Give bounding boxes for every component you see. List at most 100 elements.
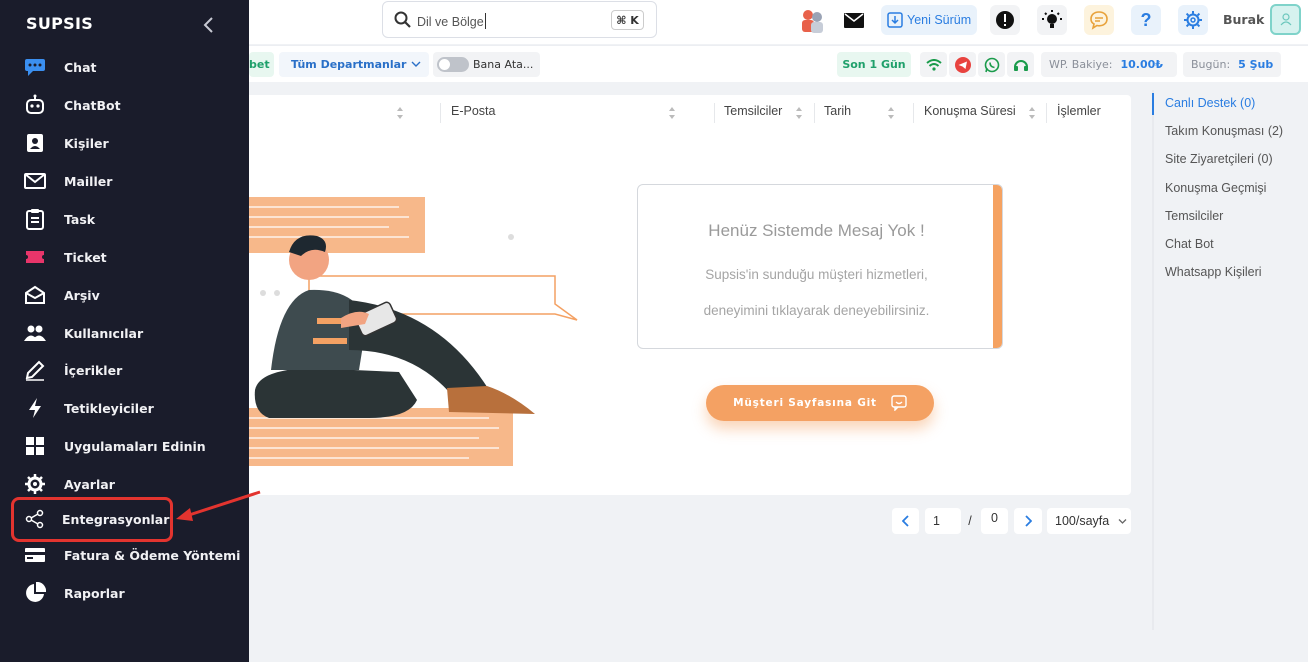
- column-header-agents[interactable]: Temsilciler: [724, 104, 782, 118]
- sidebar-item-kullanicilar[interactable]: Kullanıcılar: [24, 320, 244, 346]
- telegram-button[interactable]: [949, 52, 976, 77]
- sidebar-item-task[interactable]: Task: [24, 206, 244, 232]
- sidebar-item-chatbot[interactable]: ChatBot: [24, 92, 244, 118]
- sidebar-item-tetikleyiciler[interactable]: Tetikleyiciler: [24, 395, 244, 421]
- pie-chart-icon: [24, 582, 46, 604]
- total-pages: 0: [981, 508, 1008, 534]
- telegram-icon: [954, 56, 971, 73]
- wifi-icon: [925, 58, 942, 71]
- sidebar-item-raporlar[interactable]: Raporlar: [24, 580, 244, 606]
- annotation-arrow-icon: [176, 490, 261, 521]
- sidebar-item-uygulamalari-edinin[interactable]: Uygulamaları Edinin: [24, 433, 244, 459]
- column-header-duration[interactable]: Konuşma Süresi: [924, 104, 1016, 118]
- nav-temsilciler[interactable]: Temsilciler: [1165, 209, 1223, 223]
- chat-button[interactable]: [1084, 5, 1114, 35]
- whatsapp-button[interactable]: [978, 52, 1005, 77]
- sort-icon[interactable]: [668, 106, 676, 120]
- sidebar-label: Fatura & Ödeme Yöntemi: [64, 547, 241, 563]
- nav-takim-konusmasi[interactable]: Takım Konuşması (2): [1165, 124, 1283, 138]
- filter-pill-partial[interactable]: bet: [249, 52, 274, 77]
- wifi-status-button[interactable]: [920, 52, 947, 77]
- sidebar-item-arsiv[interactable]: Arşiv: [24, 282, 244, 308]
- sort-icon[interactable]: [1028, 106, 1036, 120]
- headset-icon: [1013, 59, 1028, 71]
- empty-state-line-2: deneyimini tıklayarak deneyebilirsiniz.: [703, 303, 930, 318]
- search-box[interactable]: Dil ve Bölge ⌘ K: [382, 1, 657, 38]
- today-date: Bugün: 5 Şub: [1183, 52, 1281, 77]
- sort-icon[interactable]: [887, 106, 895, 120]
- avatar[interactable]: [1270, 4, 1301, 35]
- agents-icon: [802, 10, 823, 33]
- top-bar: Dil ve Bölge ⌘ K Yeni Sürüm ? Burak: [249, 0, 1308, 44]
- chevron-down-icon: [1118, 519, 1127, 524]
- credit-card-icon: [24, 544, 46, 566]
- alert-button[interactable]: [990, 5, 1020, 35]
- mail-button[interactable]: [839, 5, 869, 35]
- sidebar-label: Tetikleyiciler: [64, 400, 154, 416]
- page-separator: /: [968, 514, 972, 528]
- sidebar-label: Chat: [64, 59, 97, 75]
- collapse-sidebar-icon[interactable]: [202, 16, 216, 34]
- column-separator: [714, 103, 715, 123]
- nav-chat-bot[interactable]: Chat Bot: [1165, 237, 1214, 251]
- chat-bubbles-icon: [24, 56, 46, 78]
- sidebar-item-mailler[interactable]: Mailler: [24, 168, 244, 194]
- page-size-select[interactable]: 100/sayfa: [1047, 508, 1131, 534]
- sidebar-label: Raporlar: [64, 585, 125, 601]
- chat-bubble-icon: [1090, 11, 1108, 30]
- sidebar-item-icerikler[interactable]: İçerikler: [24, 357, 244, 383]
- nav-konusma-gecmisi[interactable]: Konuşma Geçmişi: [1165, 181, 1266, 195]
- conversation-category-nav: Canlı Destek (0) Takım Konuşması (2) Sit…: [1152, 90, 1308, 630]
- chevron-left-icon: [901, 515, 909, 527]
- nav-canli-destek[interactable]: Canlı Destek (0): [1165, 96, 1255, 110]
- ticket-icon: [24, 246, 46, 268]
- empty-state-title: Henüz Sistemde Mesaj Yok !: [708, 221, 925, 240]
- assign-to-me-toggle[interactable]: Bana Ata...: [433, 52, 540, 77]
- sidebar-item-kisiler[interactable]: Kişiler: [24, 130, 244, 156]
- page-number-input[interactable]: 1: [925, 508, 961, 534]
- search-input[interactable]: Dil ve Bölge: [417, 13, 486, 29]
- envelope-icon: [24, 170, 46, 192]
- grid-apps-icon: [24, 435, 46, 457]
- envelope-icon: [844, 12, 864, 28]
- column-header-email[interactable]: E-Posta: [451, 104, 495, 118]
- chat-smile-icon: [891, 395, 907, 411]
- column-separator: [913, 103, 914, 123]
- toggle-switch[interactable]: [437, 57, 469, 72]
- sidebar-item-chat[interactable]: Chat: [24, 54, 244, 80]
- settings-button[interactable]: [1178, 5, 1208, 35]
- empty-state-box: Henüz Sistemde Mesaj Yok ! Supsis'in sun…: [637, 184, 1003, 349]
- theme-button[interactable]: [1037, 5, 1067, 35]
- users-icon: [24, 322, 46, 344]
- sidebar: SUPSIS Chat ChatBot Kişiler Mailler Task…: [0, 0, 249, 662]
- chat-channel-button[interactable]: [1007, 52, 1034, 77]
- exclamation-icon: [996, 11, 1014, 29]
- next-page-button[interactable]: [1014, 508, 1042, 534]
- department-select[interactable]: Tüm Departmanlar: [279, 52, 429, 77]
- sidebar-label: Uygulamaları Edinin: [64, 438, 206, 454]
- customer-page-button[interactable]: Müşteri Sayfasına Git: [706, 385, 934, 421]
- question-icon: ?: [1140, 9, 1152, 30]
- help-button[interactable]: ?: [1131, 5, 1161, 35]
- sort-icon[interactable]: [396, 106, 404, 120]
- sidebar-item-ticket[interactable]: Ticket: [24, 244, 244, 270]
- column-header-actions: İşlemler: [1057, 104, 1101, 118]
- gear-icon: [1184, 11, 1202, 29]
- lightning-icon: [24, 397, 46, 419]
- new-version-button[interactable]: Yeni Sürüm: [881, 5, 977, 35]
- conversation-table-card: E-Posta Temsilciler Tarih Konuşma Süresi…: [249, 95, 1131, 495]
- agent-avatars-button[interactable]: [797, 5, 827, 35]
- column-separator: [440, 103, 441, 123]
- nav-site-ziyaretcileri[interactable]: Site Ziyaretçileri (0): [1165, 152, 1273, 166]
- sidebar-label: ChatBot: [64, 97, 121, 113]
- sidebar-item-fatura[interactable]: Fatura & Ödeme Yöntemi: [24, 542, 244, 568]
- sort-icon[interactable]: [795, 106, 803, 120]
- sidebar-label: Arşiv: [64, 287, 100, 303]
- column-header-date[interactable]: Tarih: [824, 104, 851, 118]
- nav-whatsapp-kisileri[interactable]: Whatsapp Kişileri: [1165, 265, 1262, 279]
- user-name[interactable]: Burak: [1223, 12, 1264, 27]
- prev-page-button[interactable]: [892, 508, 919, 534]
- time-range-select[interactable]: Son 1 Gün: [837, 52, 911, 77]
- highlight-box: [11, 497, 173, 542]
- sidebar-header: SUPSIS: [26, 14, 226, 36]
